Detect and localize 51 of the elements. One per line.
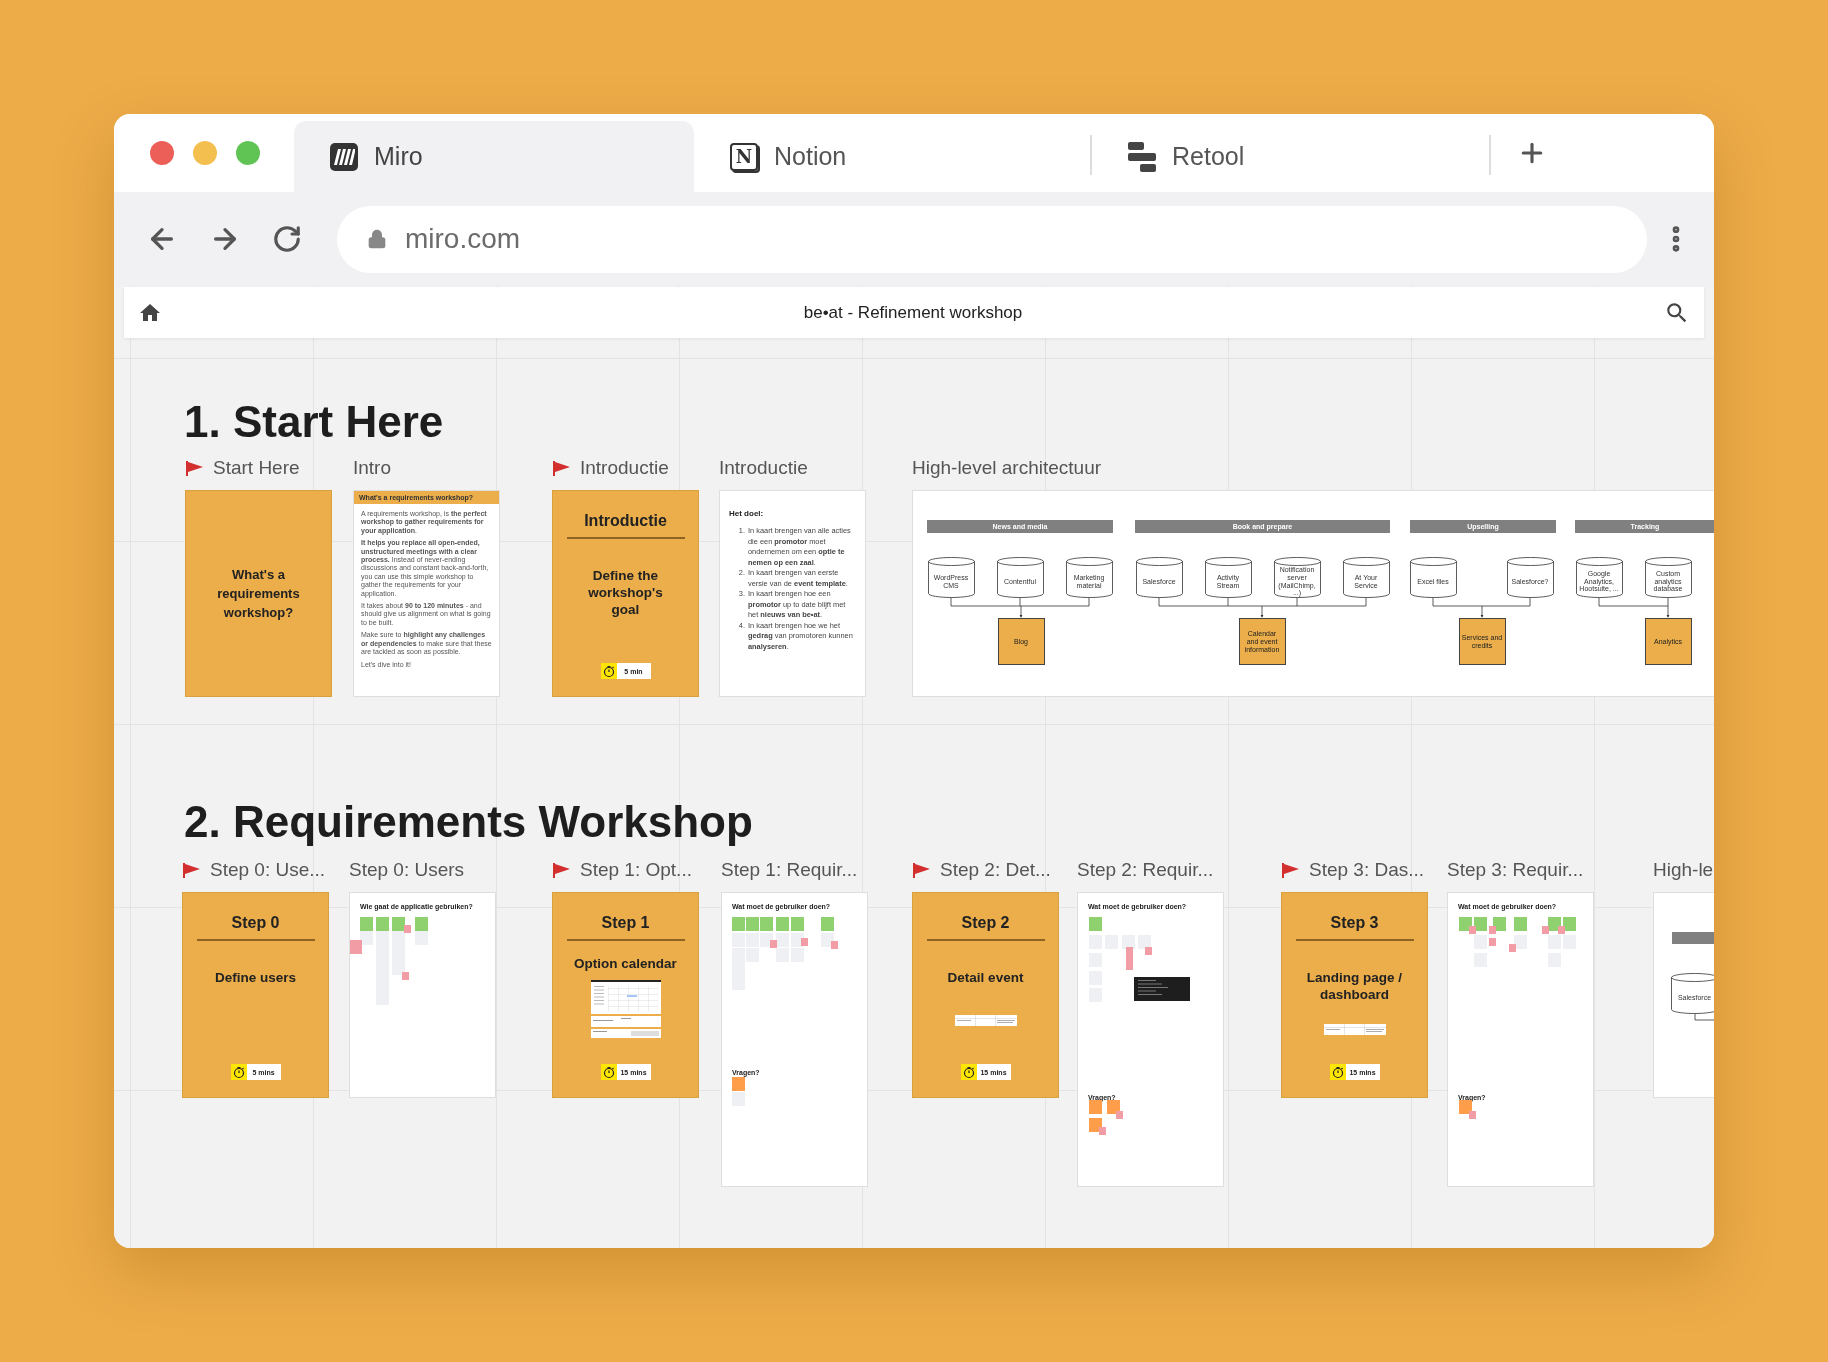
step-subtitle: Define the workshop's goal — [587, 566, 664, 618]
frame-label: Step 2: Det... — [940, 859, 1051, 881]
browser-tab[interactable]: Miro — [294, 121, 694, 192]
connector — [1598, 596, 1670, 618]
step-title: Introductie — [584, 511, 667, 531]
sticky-notes-drawing — [732, 1077, 745, 1106]
frame-label: Step 3: Das... — [1309, 859, 1425, 881]
stopwatch-icon — [1329, 1064, 1346, 1080]
frame-label: Introductie — [580, 457, 669, 479]
screenshot-thumbnail-drawing — [590, 979, 661, 1038]
frame-label: Start Here — [213, 457, 300, 479]
app-logo-icon — [1128, 141, 1156, 172]
step-title: Step 2 — [961, 913, 1010, 933]
stopwatch-icon — [960, 1064, 977, 1080]
table-thumbnail-drawing — [954, 1015, 1017, 1027]
card-title: What's a requirements workshop? — [216, 566, 301, 622]
app-logo: N — [730, 142, 758, 171]
stopwatch-icon — [600, 1064, 617, 1080]
lock-icon — [367, 229, 387, 249]
frame-label: High-le — [1653, 859, 1714, 881]
reload-icon[interactable] — [272, 224, 302, 254]
frame-label: Step 3: Requir... — [1447, 859, 1584, 881]
section-title: 1. Start Here — [184, 397, 444, 448]
sticky-notes-drawing — [1089, 1100, 1123, 1135]
sticky-notes-drawing — [1459, 1100, 1476, 1119]
section-title: 2. Requirements Workshop — [184, 797, 753, 848]
frame-label: High-level architectuur — [912, 457, 1102, 479]
header-bar — [1672, 932, 1714, 944]
frame-label: Step 2: Requir... — [1077, 859, 1214, 881]
connector — [1694, 1012, 1714, 1021]
step-subtitle: Landing page / dashboard — [1305, 968, 1404, 1003]
document-heading: Het doel: — [728, 508, 765, 518]
address-field[interactable]: miro.com — [337, 205, 1647, 273]
frame-label: Step 0: Users — [349, 859, 465, 881]
step-subtitle: Detail event — [946, 968, 1025, 986]
step-title: Step 1 — [601, 913, 650, 933]
stopwatch-icon — [600, 663, 617, 679]
frame-label: Introductie — [719, 457, 808, 479]
stopwatch-icon — [230, 1064, 247, 1080]
step-subtitle: Option calendar — [573, 954, 678, 972]
frame-label: Step 0: Use... — [210, 859, 326, 881]
app-logo-icon — [330, 142, 358, 171]
frame-label: Intro — [353, 457, 392, 479]
step-subtitle: Define users — [213, 968, 297, 986]
board-title: be•at - Refinement workshop — [803, 302, 1023, 323]
table-thumbnail-drawing — [1323, 1023, 1386, 1035]
step-title: Step 0 — [231, 913, 280, 933]
frame-label: Step 1: Opt... — [580, 859, 692, 881]
step-title: Step 3 — [1330, 913, 1379, 933]
frame-label: Step 1: Requir... — [721, 859, 858, 881]
close-window-button[interactable] — [150, 141, 174, 165]
